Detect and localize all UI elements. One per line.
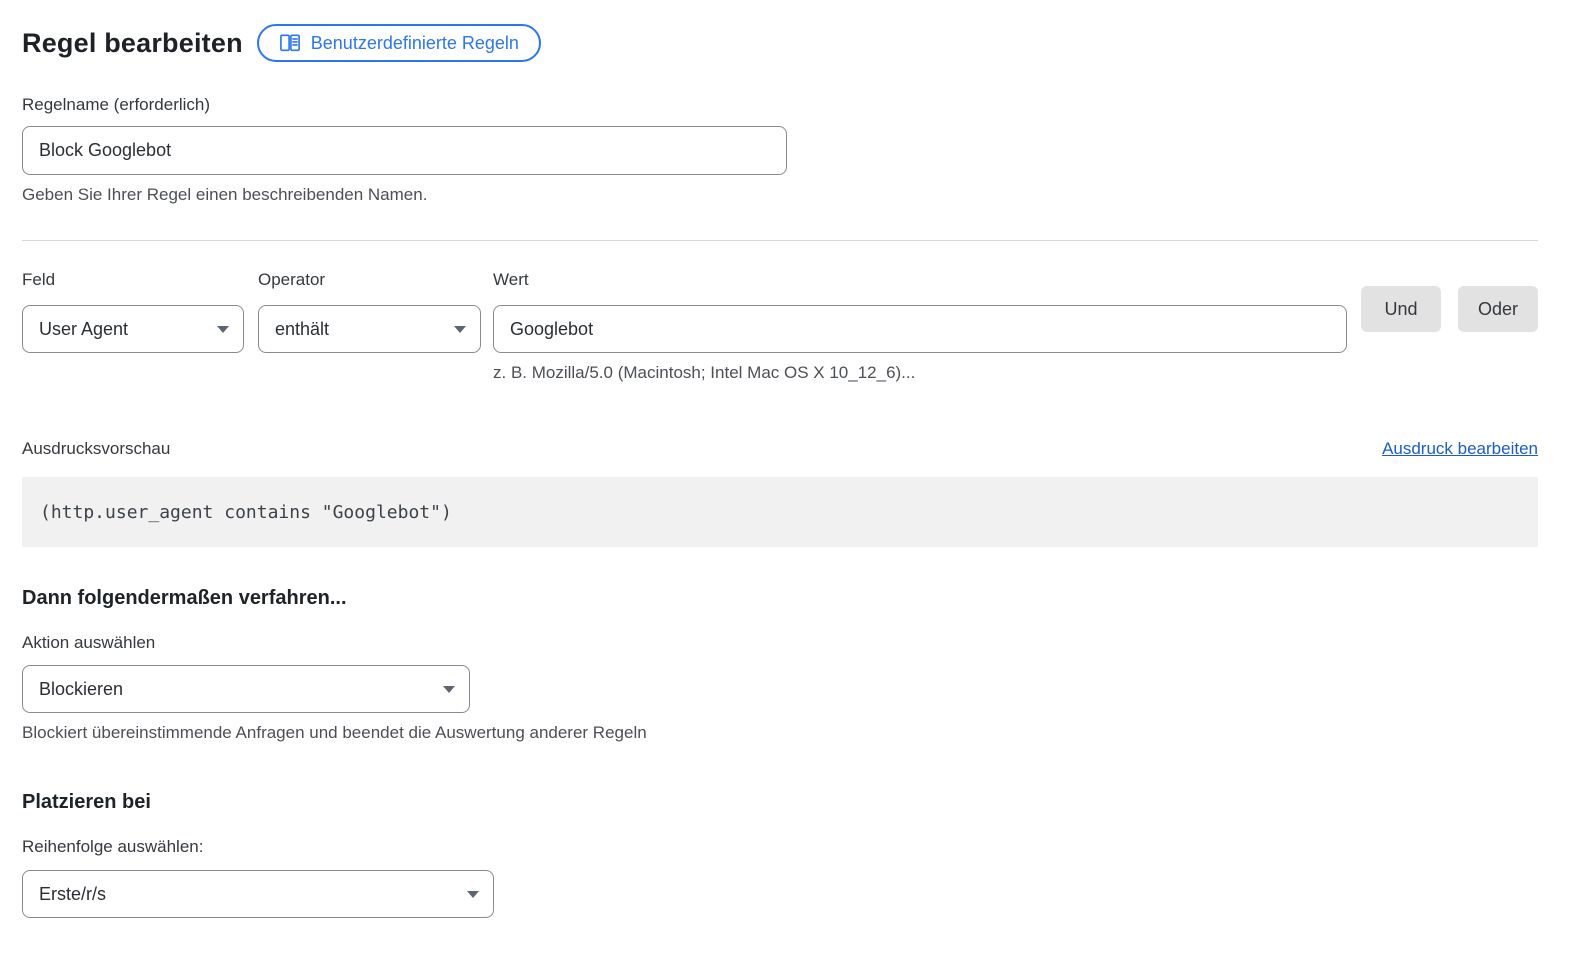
operator-select-value: enthält [275, 319, 329, 340]
open-book-icon [279, 33, 301, 53]
edit-rule-page: Regel bearbeiten Benutzerdefinierte Rege… [0, 0, 1554, 942]
action-select-value: Blockieren [39, 679, 123, 700]
chevron-down-icon [467, 891, 479, 898]
rule-name-input[interactable] [22, 126, 787, 175]
value-column: Wert z. B. Mozilla/5.0 (Macintosh; Intel… [493, 270, 1347, 383]
value-help: z. B. Mozilla/5.0 (Macintosh; Intel Mac … [493, 363, 1347, 383]
field-label: Feld [22, 270, 244, 290]
rule-name-help: Geben Sie Ihrer Regel einen beschreibend… [22, 185, 1538, 205]
operator-label: Operator [258, 270, 481, 290]
page-header: Regel bearbeiten Benutzerdefinierte Rege… [22, 24, 1538, 62]
order-select[interactable]: Erste/r/s [22, 870, 494, 918]
expression-code: (http.user_agent contains "Googlebot") [40, 502, 452, 523]
field-select[interactable]: User Agent [22, 305, 244, 353]
condition-row: Feld User Agent Operator enthält Wert z.… [22, 270, 1538, 383]
and-button[interactable]: Und [1361, 286, 1441, 332]
custom-rules-docs-button[interactable]: Benutzerdefinierte Regeln [257, 24, 541, 62]
action-section-heading: Dann folgendermaßen verfahren... [22, 587, 1538, 610]
chevron-down-icon [443, 686, 455, 693]
expression-header: Ausdrucksvorschau Ausdruck bearbeiten [22, 439, 1538, 459]
action-label: Aktion auswählen [22, 633, 1538, 653]
placement-section-heading: Platzieren bei [22, 791, 1538, 814]
or-button[interactable]: Oder [1458, 286, 1538, 332]
edit-expression-link[interactable]: Ausdruck bearbeiten [1382, 439, 1538, 459]
page-title: Regel bearbeiten [22, 28, 243, 59]
operator-column: Operator enthält [258, 270, 481, 353]
field-column: Feld User Agent [22, 270, 244, 353]
value-input[interactable] [493, 305, 1347, 353]
section-divider [22, 240, 1538, 241]
action-select[interactable]: Blockieren [22, 665, 470, 713]
rule-name-label: Regelname (erforderlich) [22, 95, 1538, 115]
expression-preview-label: Ausdrucksvorschau [22, 439, 170, 459]
action-help: Blockiert übereinstimmende Anfragen und … [22, 723, 1538, 743]
order-label: Reihenfolge auswählen: [22, 837, 1538, 857]
chevron-down-icon [454, 326, 466, 333]
field-select-value: User Agent [39, 319, 128, 340]
chevron-down-icon [217, 326, 229, 333]
value-label: Wert [493, 270, 1347, 290]
custom-rules-docs-label: Benutzerdefinierte Regeln [311, 33, 519, 54]
expression-preview-box: (http.user_agent contains "Googlebot") [22, 477, 1538, 547]
order-select-value: Erste/r/s [39, 884, 106, 905]
operator-select[interactable]: enthält [258, 305, 481, 353]
